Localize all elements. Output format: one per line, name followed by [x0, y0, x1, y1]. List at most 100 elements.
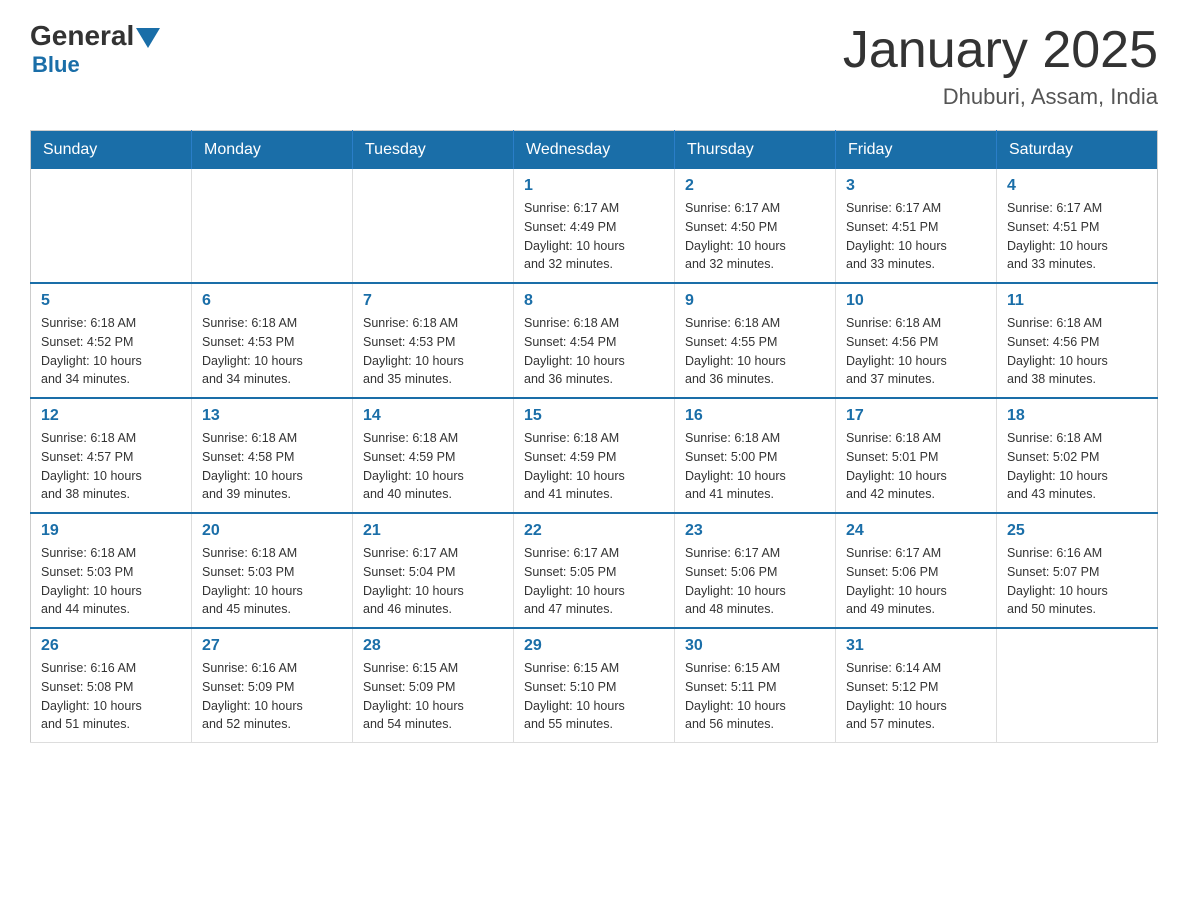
calendar-week-3: 12 Sunrise: 6:18 AMSunset: 4:57 PMDayligh… — [31, 398, 1158, 513]
day-number: 17 — [846, 407, 986, 425]
logo-general: General — [30, 20, 134, 52]
calendar-cell: 1Sunrise: 6:17 AMSunset: 4:49 PMDaylight… — [514, 169, 675, 283]
calendar-cell: 10 Sunrise: 6:18 AMSunset: 4:56 PMDayligh… — [836, 283, 997, 398]
day-info: Sunrise: 6:17 AMSunset: 5:06 PMDaylight:… — [846, 544, 986, 619]
day-info: Sunrise: 6:18 AMSunset: 5:03 PMDaylight:… — [41, 544, 181, 619]
day-number: 11 — [1007, 292, 1147, 310]
calendar-cell: 12 Sunrise: 6:18 AMSunset: 4:57 PMDayligh… — [31, 398, 192, 513]
day-number: 26 — [41, 637, 181, 655]
calendar-cell: 2 Sunrise: 6:17 AMSunset: 4:50 PMDaylight… — [675, 169, 836, 283]
header-day-wednesday: Wednesday — [514, 131, 675, 170]
calendar-cell: 7 Sunrise: 6:18 AMSunset: 4:53 PMDaylight… — [353, 283, 514, 398]
day-number: 29 — [524, 637, 664, 655]
header-day-thursday: Thursday — [675, 131, 836, 170]
calendar-cell: 25Sunrise: 6:16 AMSunset: 5:07 PMDayligh… — [997, 513, 1158, 628]
logo-arrow-icon — [136, 28, 160, 48]
day-number: 27 — [202, 637, 342, 655]
day-info: Sunrise: 6:18 AMSunset: 4:58 PMDaylight:… — [202, 429, 342, 504]
day-info: Sunrise: 6:18 AMSunset: 4:56 PMDaylight:… — [1007, 314, 1147, 389]
calendar-cell — [353, 169, 514, 283]
day-info: Sunrise: 6:15 AMSunset: 5:11 PMDaylight:… — [685, 659, 825, 734]
day-info: Sunrise: 6:18 AMSunset: 4:59 PMDaylight:… — [363, 429, 503, 504]
calendar-cell: 30 Sunrise: 6:15 AMSunset: 5:11 PMDayligh… — [675, 628, 836, 743]
day-number: 22 — [524, 522, 664, 540]
day-number: 15 — [524, 407, 664, 425]
calendar-cell: 5Sunrise: 6:18 AMSunset: 4:52 PMDaylight… — [31, 283, 192, 398]
header-day-sunday: Sunday — [31, 131, 192, 170]
logo-blue: Blue — [32, 52, 80, 77]
day-number: 24 — [846, 522, 986, 540]
day-info: Sunrise: 6:18 AMSunset: 4:57 PMDaylight:… — [41, 429, 181, 504]
day-info: Sunrise: 6:14 AMSunset: 5:12 PMDaylight:… — [846, 659, 986, 734]
calendar-subtitle: Dhuburi, Assam, India — [843, 84, 1158, 110]
day-info: Sunrise: 6:17 AMSunset: 4:50 PMDaylight:… — [685, 199, 825, 274]
day-number: 28 — [363, 637, 503, 655]
calendar-cell: 18Sunrise: 6:18 AMSunset: 5:02 PMDayligh… — [997, 398, 1158, 513]
day-number: 23 — [685, 522, 825, 540]
day-info: Sunrise: 6:17 AMSunset: 5:05 PMDaylight:… — [524, 544, 664, 619]
calendar-cell: 6Sunrise: 6:18 AMSunset: 4:53 PMDaylight… — [192, 283, 353, 398]
day-info: Sunrise: 6:17 AMSunset: 5:06 PMDaylight:… — [685, 544, 825, 619]
calendar-cell: 27 Sunrise: 6:16 AMSunset: 5:09 PMDayligh… — [192, 628, 353, 743]
logo: General Blue — [30, 20, 162, 78]
calendar-week-4: 19Sunrise: 6:18 AMSunset: 5:03 PMDayligh… — [31, 513, 1158, 628]
day-info: Sunrise: 6:18 AMSunset: 4:56 PMDaylight:… — [846, 314, 986, 389]
calendar-cell: 24 Sunrise: 6:17 AMSunset: 5:06 PMDayligh… — [836, 513, 997, 628]
day-number: 7 — [363, 292, 503, 310]
calendar-cell — [192, 169, 353, 283]
day-number: 16 — [685, 407, 825, 425]
day-info: Sunrise: 6:17 AMSunset: 5:04 PMDaylight:… — [363, 544, 503, 619]
calendar-cell: 13 Sunrise: 6:18 AMSunset: 4:58 PMDayligh… — [192, 398, 353, 513]
day-info: Sunrise: 6:18 AMSunset: 4:53 PMDaylight:… — [363, 314, 503, 389]
day-info: Sunrise: 6:18 AMSunset: 5:01 PMDaylight:… — [846, 429, 986, 504]
day-info: Sunrise: 6:18 AMSunset: 5:00 PMDaylight:… — [685, 429, 825, 504]
calendar-cell: 31Sunrise: 6:14 AMSunset: 5:12 PMDayligh… — [836, 628, 997, 743]
day-number: 30 — [685, 637, 825, 655]
header-day-friday: Friday — [836, 131, 997, 170]
day-number: 14 — [363, 407, 503, 425]
day-info: Sunrise: 6:17 AMSunset: 4:51 PMDaylight:… — [846, 199, 986, 274]
day-number: 6 — [202, 292, 342, 310]
calendar-cell: 4Sunrise: 6:17 AMSunset: 4:51 PMDaylight… — [997, 169, 1158, 283]
header-day-tuesday: Tuesday — [353, 131, 514, 170]
day-info: Sunrise: 6:18 AMSunset: 4:55 PMDaylight:… — [685, 314, 825, 389]
calendar-cell: 3 Sunrise: 6:17 AMSunset: 4:51 PMDaylight… — [836, 169, 997, 283]
calendar-body: 1Sunrise: 6:17 AMSunset: 4:49 PMDaylight… — [31, 169, 1158, 743]
calendar-cell: 20Sunrise: 6:18 AMSunset: 5:03 PMDayligh… — [192, 513, 353, 628]
calendar-table: SundayMondayTuesdayWednesdayThursdayFrid… — [30, 130, 1158, 743]
day-number: 12 — [41, 407, 181, 425]
day-info: Sunrise: 6:17 AMSunset: 4:49 PMDaylight:… — [524, 199, 664, 274]
calendar-week-2: 5Sunrise: 6:18 AMSunset: 4:52 PMDaylight… — [31, 283, 1158, 398]
calendar-cell: 21 Sunrise: 6:17 AMSunset: 5:04 PMDayligh… — [353, 513, 514, 628]
calendar-cell: 9 Sunrise: 6:18 AMSunset: 4:55 PMDaylight… — [675, 283, 836, 398]
day-number: 9 — [685, 292, 825, 310]
calendar-cell: 22 Sunrise: 6:17 AMSunset: 5:05 PMDayligh… — [514, 513, 675, 628]
calendar-week-5: 26 Sunrise: 6:16 AMSunset: 5:08 PMDayligh… — [31, 628, 1158, 743]
day-info: Sunrise: 6:16 AMSunset: 5:08 PMDaylight:… — [41, 659, 181, 734]
day-number: 3 — [846, 177, 986, 195]
calendar-cell: 15 Sunrise: 6:18 AMSunset: 4:59 PMDayligh… — [514, 398, 675, 513]
calendar-cell: 26 Sunrise: 6:16 AMSunset: 5:08 PMDayligh… — [31, 628, 192, 743]
day-number: 5 — [41, 292, 181, 310]
title-section: January 2025 Dhuburi, Assam, India — [843, 20, 1158, 110]
calendar-cell: 17 Sunrise: 6:18 AMSunset: 5:01 PMDayligh… — [836, 398, 997, 513]
day-info: Sunrise: 6:16 AMSunset: 5:07 PMDaylight:… — [1007, 544, 1147, 619]
day-info: Sunrise: 6:15 AMSunset: 5:09 PMDaylight:… — [363, 659, 503, 734]
day-number: 21 — [363, 522, 503, 540]
calendar-cell: 19Sunrise: 6:18 AMSunset: 5:03 PMDayligh… — [31, 513, 192, 628]
calendar-cell: 23 Sunrise: 6:17 AMSunset: 5:06 PMDayligh… — [675, 513, 836, 628]
header-day-saturday: Saturday — [997, 131, 1158, 170]
day-number: 10 — [846, 292, 986, 310]
day-info: Sunrise: 6:18 AMSunset: 4:54 PMDaylight:… — [524, 314, 664, 389]
day-info: Sunrise: 6:18 AMSunset: 4:59 PMDaylight:… — [524, 429, 664, 504]
day-info: Sunrise: 6:16 AMSunset: 5:09 PMDaylight:… — [202, 659, 342, 734]
day-number: 2 — [685, 177, 825, 195]
calendar-cell: 16 Sunrise: 6:18 AMSunset: 5:00 PMDayligh… — [675, 398, 836, 513]
calendar-week-1: 1Sunrise: 6:17 AMSunset: 4:49 PMDaylight… — [31, 169, 1158, 283]
day-info: Sunrise: 6:18 AMSunset: 5:02 PMDaylight:… — [1007, 429, 1147, 504]
calendar-cell: 29Sunrise: 6:15 AMSunset: 5:10 PMDayligh… — [514, 628, 675, 743]
calendar-cell: 28 Sunrise: 6:15 AMSunset: 5:09 PMDayligh… — [353, 628, 514, 743]
day-number: 8 — [524, 292, 664, 310]
days-of-week-row: SundayMondayTuesdayWednesdayThursdayFrid… — [31, 131, 1158, 170]
day-number: 13 — [202, 407, 342, 425]
